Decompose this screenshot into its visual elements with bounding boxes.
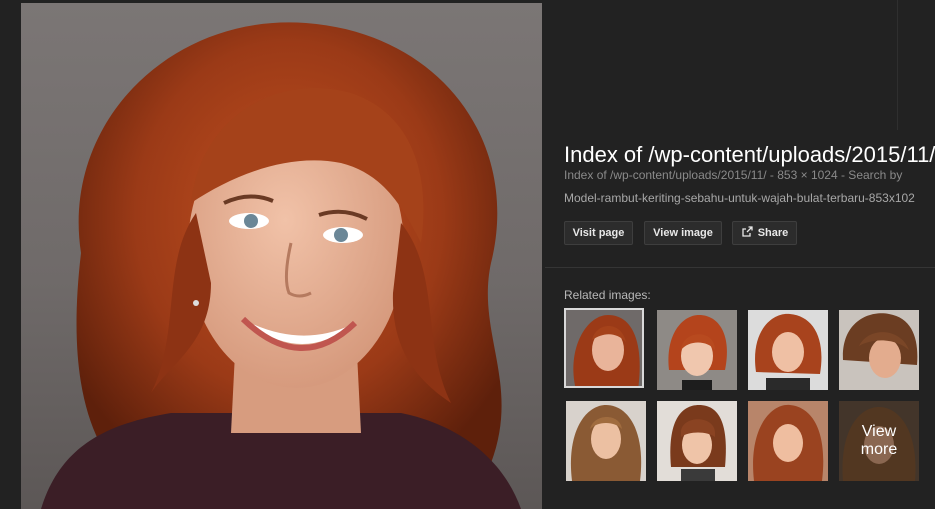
share-label: Share <box>757 227 789 239</box>
image-title[interactable]: Index of /wp-content/uploads/2015/11/ <box>564 142 935 168</box>
view-more-overlay: View more <box>839 401 919 481</box>
image-meta: Index of /wp-content/uploads/2015/11/ - … <box>564 168 903 182</box>
view-more-line2: more <box>860 441 898 458</box>
thumb-image <box>657 401 737 481</box>
portrait-illustration <box>41 22 521 509</box>
image-details-panel: Index of /wp-content/uploads/2015/11/ In… <box>545 130 935 509</box>
related-image-thumb[interactable] <box>657 310 737 390</box>
section-divider <box>545 267 935 268</box>
thumb-image <box>748 310 828 390</box>
related-image-thumb[interactable] <box>748 401 828 481</box>
related-images-label: Related images: <box>564 288 651 302</box>
main-preview-image[interactable] <box>21 3 542 509</box>
related-image-thumb[interactable] <box>564 308 644 388</box>
related-image-thumb[interactable] <box>839 310 919 390</box>
panel-divider <box>897 0 898 130</box>
related-image-thumb[interactable] <box>748 310 828 390</box>
visit-page-label: Visit page <box>572 227 625 239</box>
thumb-image <box>748 401 828 481</box>
thumb-image <box>839 310 919 390</box>
thumb-image <box>657 310 737 390</box>
related-image-thumb[interactable] <box>566 401 646 481</box>
view-image-label: View image <box>653 227 713 239</box>
share-icon <box>741 225 753 241</box>
share-button[interactable]: Share <box>732 221 797 245</box>
view-image-button[interactable]: View image <box>644 221 722 245</box>
visit-page-button[interactable]: Visit page <box>564 221 633 245</box>
image-filename: Model-rambut-keriting-sebahu-untuk-wajah… <box>564 191 915 205</box>
thumb-image <box>566 310 642 386</box>
view-more-line1: View <box>861 423 897 440</box>
view-more-thumb[interactable]: View more <box>839 401 919 481</box>
image-preview-pane <box>0 0 545 509</box>
thumb-image <box>566 401 646 481</box>
related-image-thumb[interactable] <box>657 401 737 481</box>
